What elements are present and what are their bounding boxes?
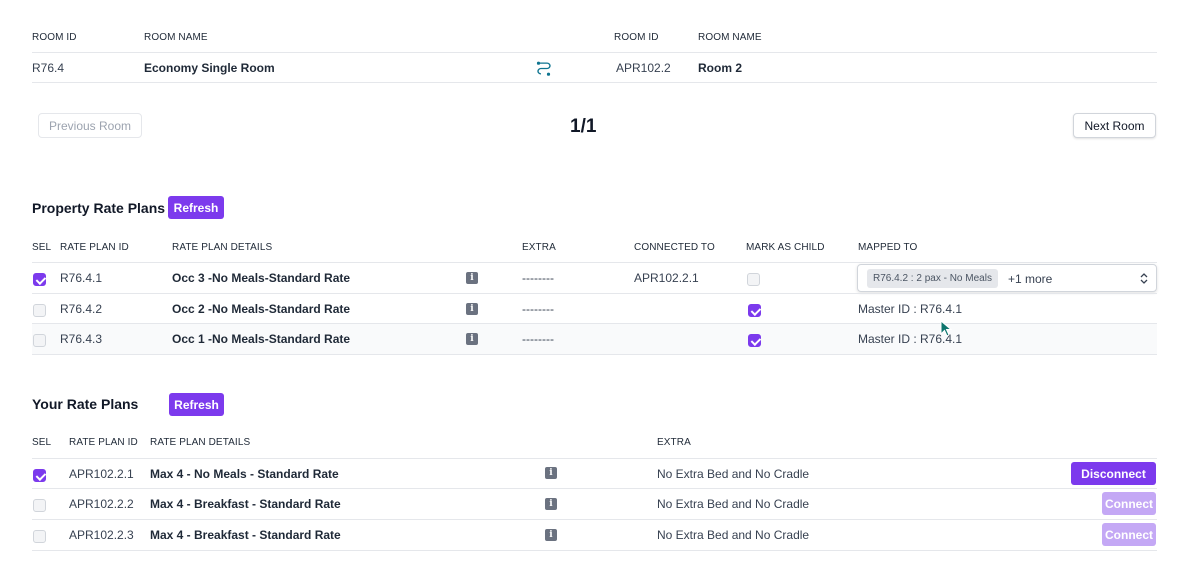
your-rate-plans-title: Your Rate Plans xyxy=(32,396,139,412)
mark-as-child-checkbox[interactable] xyxy=(748,304,761,317)
disconnect-button[interactable]: Disconnect xyxy=(1071,462,1156,485)
extra-value: -------- xyxy=(522,271,554,285)
divider xyxy=(32,458,1157,459)
room-id-header-right: ROOM ID xyxy=(614,32,659,43)
mark-as-child-checkbox[interactable] xyxy=(748,334,761,347)
rate-plan-details: Occ 3 -No Meals-Standard Rate xyxy=(172,271,351,285)
divider xyxy=(32,519,1157,520)
previous-room-button[interactable]: Previous Room xyxy=(38,113,142,138)
page-indicator: 1/1 xyxy=(570,116,597,137)
next-room-button[interactable]: Next Room xyxy=(1073,113,1156,138)
col-rate-plan-id: RATE PLAN ID xyxy=(69,437,138,448)
col-mark-as-child: MARK AS CHILD xyxy=(746,242,825,253)
rate-plan-id: R76.4.2 xyxy=(60,302,103,316)
mouse-cursor-icon xyxy=(940,320,952,337)
rate-plan-details: Max 4 - Breakfast - Standard Rate xyxy=(150,528,341,542)
rate-plan-id: APR102.2.3 xyxy=(69,528,134,542)
extra-value: -------- xyxy=(522,302,554,316)
mapped-tag: R76.4.2 : 2 pax - No Meals xyxy=(867,269,998,288)
rate-plan-id: APR102.2.2 xyxy=(69,497,134,511)
info-icon[interactable]: i xyxy=(466,303,478,315)
row-select-checkbox[interactable] xyxy=(33,499,46,512)
divider xyxy=(32,52,1157,53)
divider xyxy=(32,82,1157,83)
rate-plan-details: Max 4 - No Meals - Standard Rate xyxy=(150,467,339,481)
mapped-to-select[interactable]: R76.4.2 : 2 pax - No Meals +1 more xyxy=(857,264,1157,292)
col-rate-plan-details: RATE PLAN DETAILS xyxy=(150,437,251,448)
row-select-checkbox[interactable] xyxy=(33,273,46,286)
info-icon[interactable]: i xyxy=(545,498,557,510)
connect-button[interactable]: Connect xyxy=(1102,492,1156,515)
row-select-checkbox[interactable] xyxy=(33,334,46,347)
extra-value: No Extra Bed and No Cradle xyxy=(657,497,810,511)
divider xyxy=(32,293,1157,294)
row-select-checkbox[interactable] xyxy=(33,530,46,543)
right-room-id: APR102.2 xyxy=(616,61,671,75)
rate-plan-details: Occ 2 -No Meals-Standard Rate xyxy=(172,302,351,316)
extra-value: No Extra Bed and No Cradle xyxy=(657,467,810,481)
your-refresh-button[interactable]: Refresh xyxy=(169,393,224,416)
rate-plan-details: Max 4 - Breakfast - Standard Rate xyxy=(150,497,341,511)
right-room-name: Room 2 xyxy=(698,61,743,75)
left-room-id: R76.4 xyxy=(32,61,65,75)
rate-plan-details: Occ 1 -No Meals-Standard Rate xyxy=(172,332,351,346)
connected-to-value: APR102.2.1 xyxy=(634,271,699,285)
col-mapped-to: MAPPED TO xyxy=(858,242,918,253)
room-id-header-left: ROOM ID xyxy=(32,32,77,43)
left-room-name: Economy Single Room xyxy=(144,61,275,75)
divider xyxy=(32,550,1157,551)
rate-plan-id: APR102.2.1 xyxy=(69,467,134,481)
mapped-more-count: +1 more xyxy=(1008,272,1053,286)
col-connected-to: CONNECTED TO xyxy=(634,242,715,253)
row-select-checkbox[interactable] xyxy=(33,469,46,482)
rate-plan-id: R76.4.3 xyxy=(60,332,103,346)
divider xyxy=(32,488,1157,489)
rate-plan-id: R76.4.1 xyxy=(60,271,103,285)
divider xyxy=(32,262,1157,263)
room-name-header-left: ROOM NAME xyxy=(144,32,208,43)
col-sel: SEL xyxy=(32,437,52,448)
mark-as-child-checkbox[interactable] xyxy=(747,273,760,286)
col-extra: EXTRA xyxy=(522,242,556,253)
connect-button[interactable]: Connect xyxy=(1102,523,1156,546)
property-refresh-button[interactable]: Refresh xyxy=(168,196,224,219)
col-extra: EXTRA xyxy=(657,437,691,448)
extra-value: No Extra Bed and No Cradle xyxy=(657,528,810,542)
extra-value: -------- xyxy=(522,332,554,346)
chevron-up-down-icon xyxy=(1140,273,1148,284)
info-icon[interactable]: i xyxy=(466,333,478,345)
col-rate-plan-id: RATE PLAN ID xyxy=(60,242,129,253)
info-icon[interactable]: i xyxy=(545,529,557,541)
room-name-header-right: ROOM NAME xyxy=(698,32,762,43)
info-icon[interactable]: i xyxy=(545,467,557,479)
divider xyxy=(32,354,1157,355)
col-rate-plan-details: RATE PLAN DETAILS xyxy=(172,242,273,253)
row-select-checkbox[interactable] xyxy=(33,304,46,317)
property-rate-plans-title: Property Rate Plans xyxy=(32,200,166,216)
info-icon[interactable]: i xyxy=(466,272,478,284)
col-sel: SEL xyxy=(32,242,52,253)
link-connection-icon[interactable] xyxy=(536,61,552,77)
mapped-master-id: Master ID : R76.4.1 xyxy=(858,302,963,316)
